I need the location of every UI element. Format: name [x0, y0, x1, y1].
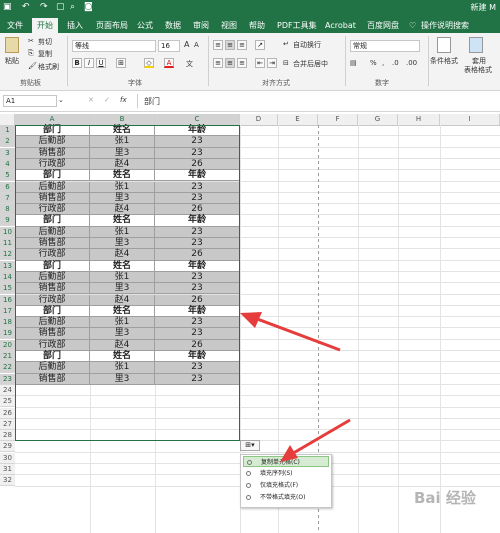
watermark: Bai 经验 [414, 489, 476, 507]
red-arrow-icon [240, 312, 341, 352]
annotation-arrows [240, 312, 351, 462]
red-arrow-icon [280, 418, 351, 462]
